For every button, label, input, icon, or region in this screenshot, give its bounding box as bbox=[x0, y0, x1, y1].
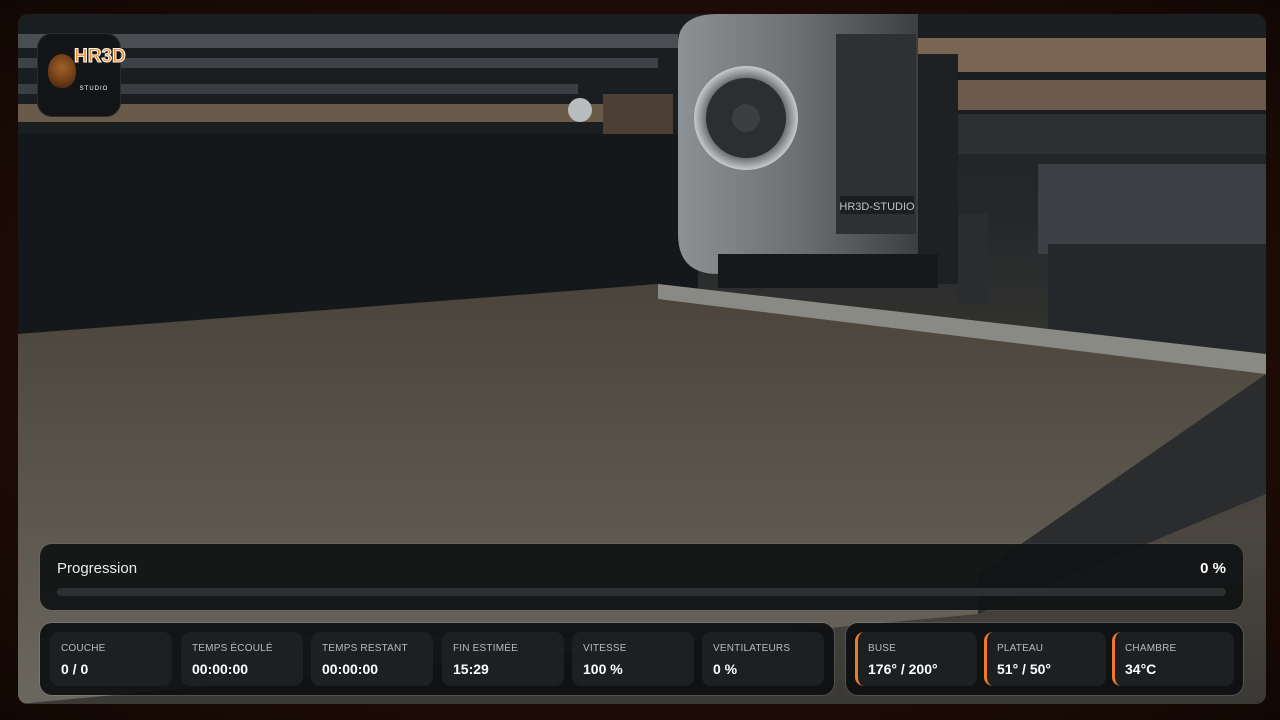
temp-value: 176° / 200° bbox=[868, 661, 938, 677]
stat-value: 0 / 0 bbox=[61, 661, 89, 677]
pulley bbox=[568, 98, 592, 122]
stat-label: COUCHE bbox=[61, 643, 106, 654]
stat-value: 0 % bbox=[713, 661, 738, 677]
logo-text: HR3D bbox=[74, 46, 127, 67]
stat-layer: COUCHE 0 / 0 bbox=[50, 632, 172, 686]
studio-logo: HR3D STUDIO bbox=[38, 34, 127, 116]
stat-label: TEMPS RESTANT bbox=[322, 643, 408, 654]
progress-label: Progression bbox=[57, 560, 138, 577]
stat-value: 00:00:00 bbox=[322, 661, 379, 677]
temp-value: 34°C bbox=[1125, 661, 1157, 677]
mascot-icon bbox=[48, 54, 76, 88]
stat-remaining-time: TEMPS RESTANT 00:00:00 bbox=[311, 632, 433, 686]
progress-bar bbox=[57, 588, 1226, 596]
temp-chamber: CHAMBRE 34°C bbox=[1112, 632, 1234, 686]
stat-label: TEMPS ÉCOULÉ bbox=[192, 643, 273, 654]
stat-estimated-end: FIN ESTIMÉE 15:29 bbox=[442, 632, 564, 686]
temp-label: BUSE bbox=[868, 643, 897, 654]
stat-speed: VITESSE 100 % bbox=[572, 632, 694, 686]
progress-percent: 0 % bbox=[1200, 560, 1226, 577]
print-stats-panel: COUCHE 0 / 0 TEMPS ÉCOULÉ 00:00:00 TEMPS… bbox=[40, 623, 834, 695]
stat-fans: VENTILATEURS 0 % bbox=[702, 632, 824, 686]
progress-panel: Progression 0 % bbox=[40, 544, 1243, 610]
belt-right-top bbox=[908, 38, 1266, 72]
temperature-panel: BUSE 176° / 200° PLATEAU 51° / 50° CHAMB… bbox=[846, 623, 1243, 695]
stat-label: VITESSE bbox=[583, 643, 627, 654]
stat-label: VENTILATEURS bbox=[713, 643, 791, 654]
stat-value: 15:29 bbox=[453, 661, 489, 677]
temp-nozzle: BUSE 176° / 200° bbox=[855, 632, 977, 686]
belt-right-bottom bbox=[908, 80, 1266, 110]
temp-label: PLATEAU bbox=[997, 643, 1044, 654]
temp-value: 51° / 50° bbox=[997, 661, 1052, 677]
temp-label: CHAMBRE bbox=[1125, 643, 1177, 654]
temp-bed: PLATEAU 51° / 50° bbox=[984, 632, 1106, 686]
stat-label: FIN ESTIMÉE bbox=[453, 643, 518, 654]
stat-elapsed-time: TEMPS ÉCOULÉ 00:00:00 bbox=[181, 632, 303, 686]
stat-value: 100 % bbox=[583, 661, 623, 677]
printhead-label: HR3D-STUDIO bbox=[839, 201, 915, 213]
logo-subtext: STUDIO bbox=[79, 86, 109, 92]
stat-value: 00:00:00 bbox=[192, 661, 249, 677]
